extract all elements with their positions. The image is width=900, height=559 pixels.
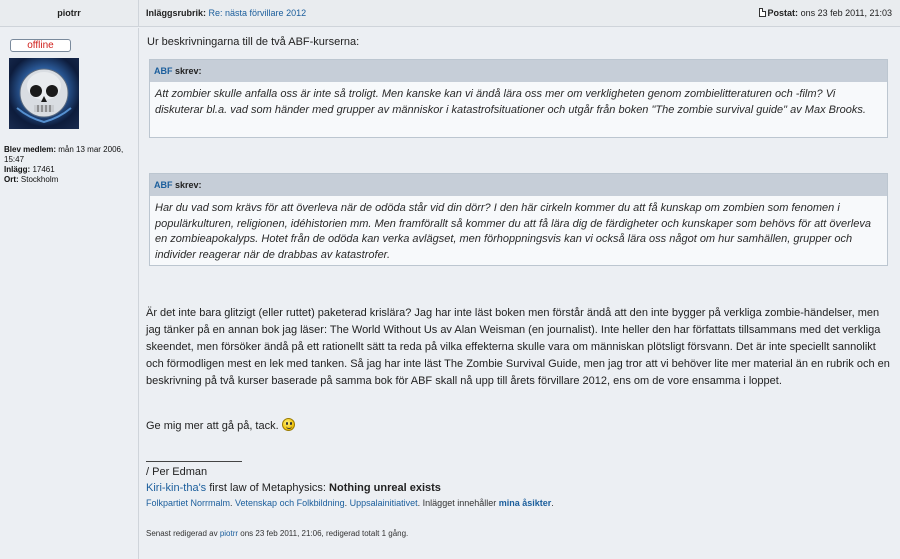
quote-author: ABF	[154, 66, 173, 76]
quote-header: ABF skrev:	[150, 174, 887, 196]
signature-law-text: first law of Metaphysics:	[206, 482, 330, 494]
avatar	[9, 58, 79, 129]
signature-tail: . Inlägget innehåller	[417, 498, 499, 508]
signature-link-asikter[interactable]: mina åsikter	[499, 498, 552, 508]
message-paragraph: Är det inte bara glitzigt (eller ruttet)…	[146, 307, 890, 387]
signature-law-link[interactable]: Kiri-kin-tha's	[146, 482, 206, 494]
signature-law-bold: Nothing unreal exists	[329, 482, 441, 494]
intro-text: Ur beskrivningarna till de två ABF-kurse…	[147, 36, 360, 48]
subject-label: Inläggsrubrik:	[146, 8, 207, 18]
smiley-icon	[281, 418, 295, 431]
quote-header: ABF skrev:	[150, 60, 887, 82]
edit-note-suffix: ons 23 feb 2011, 21:06, redigerad totalt…	[238, 529, 409, 538]
signature-name: / Per Edman	[146, 466, 208, 478]
subject-link[interactable]: Re: nästa förvillare 2012	[209, 8, 307, 18]
closing-line: Ge mig mer att gå på, tack.	[146, 418, 295, 432]
quote-wrote: skrev:	[175, 66, 202, 76]
signature-end: .	[551, 498, 554, 508]
quote-wrote: skrev:	[175, 180, 202, 190]
quote-block: ABF skrev: Att zombier skulle anfalla os…	[149, 59, 888, 138]
post-subject-bar: Inläggsrubrik: Re: nästa förvillare 2012…	[139, 0, 900, 27]
signature-law: Kiri-kin-tha's first law of Metaphysics:…	[146, 482, 441, 494]
author-meta: Blev medlem: mån 13 mar 2006, 15:47 Inlä…	[4, 145, 136, 185]
signature-links: Folkpartiet Norrmalm. Vetenskap och Folk…	[146, 498, 554, 508]
posted-label: Postat:	[767, 8, 799, 18]
quote-block: ABF skrev: Har du vad som krävs för att …	[149, 173, 888, 266]
edit-note-user-link[interactable]: piotrr	[220, 529, 238, 538]
signature-divider	[146, 461, 242, 462]
signature-link-folkpartiet[interactable]: Folkpartiet Norrmalm	[146, 498, 230, 508]
quote-text: Har du vad som krävs för att överleva nä…	[155, 202, 871, 262]
post-body: Ur beskrivningarna till de två ABF-kurse…	[139, 28, 900, 559]
author-column: offline Blev medlem: mån 13 mar 2006, 15…	[0, 28, 139, 559]
posts-label: Inlägg:	[4, 165, 31, 174]
member-since-label: Blev medlem:	[4, 145, 57, 154]
quote-author: ABF	[154, 180, 173, 190]
online-status-badge: offline	[10, 39, 71, 52]
posts-count: 17461	[32, 165, 55, 174]
posted-date: ons 23 feb 2011, 21:03	[800, 8, 892, 18]
posted-info: Postat: ons 23 feb 2011, 21:03	[758, 0, 892, 27]
quote-text: Att zombier skulle anfalla oss är inte s…	[155, 88, 866, 116]
signature-link-vof[interactable]: Vetenskap och Folkbildning	[235, 498, 345, 508]
closing-text: Ge mig mer att gå på, tack.	[146, 420, 279, 432]
edit-note-prefix: Senast redigerad av	[146, 529, 220, 538]
location-label: Ort:	[4, 175, 19, 184]
post-document-icon[interactable]	[758, 8, 766, 17]
signature-link-uppsala[interactable]: Uppsalainitiativet	[350, 498, 418, 508]
forum-post: piotrr Inläggsrubrik: Re: nästa förvilla…	[0, 0, 900, 559]
edit-note: Senast redigerad av piotrr ons 23 feb 20…	[146, 529, 408, 538]
location-value: Stockholm	[20, 175, 59, 184]
post-author-name[interactable]: piotrr	[0, 0, 139, 27]
